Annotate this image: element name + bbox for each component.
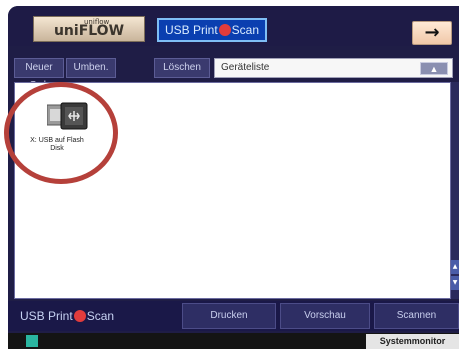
scroll-down-icon[interactable]: ▼ bbox=[451, 276, 459, 290]
uniflow-tab-small-text: uniflow bbox=[84, 18, 110, 26]
rename-button[interactable]: Umben. bbox=[66, 58, 116, 78]
highlight-annotation-circle bbox=[4, 82, 118, 184]
status-bar: Systemmonitor bbox=[8, 333, 459, 349]
vertical-scrollbar[interactable]: ▲ ▼ bbox=[451, 82, 459, 299]
scroll-up-icon[interactable]: ▲ bbox=[451, 260, 459, 274]
delete-button[interactable]: Löschen bbox=[154, 58, 210, 78]
brand-logo-icon bbox=[73, 310, 86, 322]
top-bar: uniflow uniFLOW USB Print Scan → bbox=[8, 6, 459, 46]
new-folder-button[interactable]: Neuer Ord. bbox=[14, 58, 64, 91]
usb-print-scan-tab[interactable]: USB Print Scan bbox=[157, 18, 267, 42]
scan-button[interactable]: Scannen bbox=[374, 303, 459, 329]
usb-print-scan-brand: USB Print Scan bbox=[20, 307, 114, 325]
usb-tab-label-left: USB Print bbox=[164, 23, 218, 37]
usb-logo-icon bbox=[218, 24, 231, 36]
brand-left: USB Print bbox=[20, 309, 73, 323]
bottom-bar: USB Print Scan Drucken Vorschau Scannen bbox=[8, 301, 459, 331]
usb-tab-label-right: Scan bbox=[231, 23, 260, 37]
status-indicator-icon bbox=[26, 335, 38, 347]
preview-button[interactable]: Vorschau bbox=[280, 303, 370, 329]
forward-arrow-button[interactable]: → bbox=[412, 21, 452, 45]
system-monitor-button[interactable]: Systemmonitor bbox=[366, 334, 459, 349]
arrow-right-icon: → bbox=[424, 22, 440, 43]
up-arrow-icon: ▲ bbox=[429, 64, 439, 74]
brand-right: Scan bbox=[86, 309, 115, 323]
up-level-button[interactable]: ▲ bbox=[420, 62, 448, 75]
path-text: Geräteliste bbox=[221, 62, 270, 73]
device-list-path: Geräteliste ▲ bbox=[214, 58, 453, 78]
print-button[interactable]: Drucken bbox=[182, 303, 276, 329]
file-toolbar: Neuer Ord. Umben. Löschen Geräteliste ▲ bbox=[14, 58, 453, 91]
uniflow-tab[interactable]: uniflow uniFLOW bbox=[33, 16, 145, 42]
